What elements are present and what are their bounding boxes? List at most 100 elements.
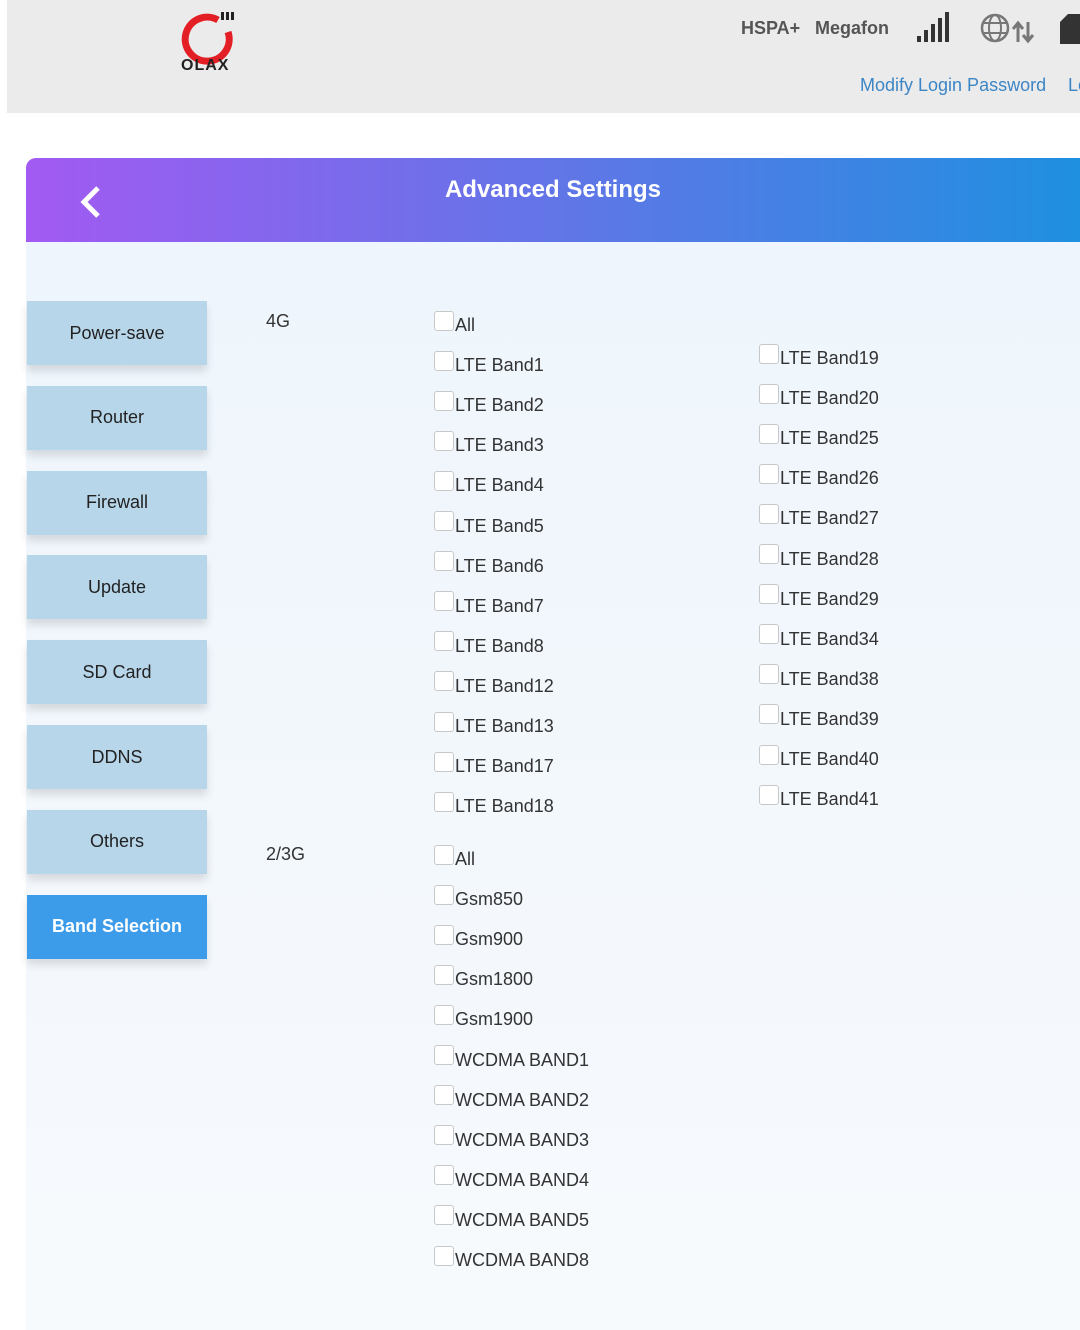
- page-title: Advanced Settings: [444, 176, 662, 203]
- band-checkbox-gsm900[interactable]: Gsm900: [434, 924, 523, 950]
- checkbox-icon[interactable]: [434, 924, 454, 945]
- checkbox-label: LTE Band2: [455, 395, 544, 416]
- checkbox-icon[interactable]: [434, 390, 454, 411]
- band-checkbox-lte-band26[interactable]: LTE Band26: [759, 463, 879, 489]
- checkbox-icon[interactable]: [434, 711, 454, 732]
- band-checkbox-lte-band6[interactable]: LTE Band6: [434, 551, 544, 577]
- band-checkbox-lte-band5[interactable]: LTE Band5: [434, 511, 544, 537]
- checkbox-label: All: [455, 315, 476, 335]
- sidebar-item-others[interactable]: Others: [27, 809, 207, 874]
- checkbox-icon[interactable]: [434, 310, 454, 331]
- checkbox-label: LTE Band39: [780, 708, 879, 729]
- sidebar-item-sd-card[interactable]: SD Card: [27, 640, 207, 705]
- sidebar-item-band-selection[interactable]: Band Selection: [27, 894, 207, 959]
- checkbox-icon[interactable]: [759, 544, 779, 564]
- checkbox-icon[interactable]: [434, 1245, 454, 1266]
- band-checkbox-lte-band19[interactable]: LTE Band19: [759, 343, 879, 369]
- band-checkbox-lte-band13[interactable]: LTE Band13: [434, 711, 554, 737]
- band-checkbox-lte-band4[interactable]: LTE Band4: [434, 470, 544, 496]
- band-checkbox-lte-band39[interactable]: LTE Band39: [759, 704, 879, 730]
- section-label-2-3g: 2/3G: [266, 844, 306, 864]
- sidebar-item-firewall[interactable]: Firewall: [27, 470, 207, 535]
- logout-link[interactable]: Lo: [1068, 75, 1080, 96]
- checkbox-icon[interactable]: [434, 751, 454, 772]
- checkbox-icon[interactable]: [434, 470, 454, 491]
- checkbox-label: LTE Band20: [780, 388, 879, 409]
- band-checkbox-lte-band17[interactable]: LTE Band17: [434, 751, 554, 777]
- checkbox-label: Gsm850: [455, 889, 524, 910]
- band-checkbox-gsm850[interactable]: Gsm850: [434, 884, 524, 910]
- checkbox-label: Gsm1900: [455, 1009, 534, 1030]
- checkbox-icon[interactable]: [759, 584, 779, 605]
- band-checkbox-lte-band1[interactable]: LTE Band1: [434, 350, 544, 376]
- checkbox-icon[interactable]: [434, 1165, 454, 1186]
- checkbox-icon[interactable]: [434, 1004, 454, 1025]
- band-checkbox-lte-band29[interactable]: LTE Band29: [759, 584, 879, 610]
- band-checkbox-lte-band41[interactable]: LTE Band41: [759, 784, 879, 810]
- band-checkbox-lte-band28[interactable]: LTE Band28: [759, 544, 879, 570]
- band-checkbox-lte-band34[interactable]: LTE Band34: [759, 624, 879, 650]
- checkbox-icon[interactable]: [759, 423, 779, 444]
- checkbox-icon[interactable]: [434, 844, 454, 865]
- checkbox-icon[interactable]: [759, 624, 779, 645]
- logo-text: OLAX: [181, 57, 230, 74]
- checkbox-icon[interactable]: [434, 430, 454, 451]
- band-checkbox-lte-band7[interactable]: LTE Band7: [434, 591, 544, 617]
- checkbox-label: WCDMA BAND8: [455, 1250, 590, 1270]
- band-checkbox-lte-band27[interactable]: LTE Band27: [759, 503, 879, 529]
- modify-login-password-link[interactable]: Modify Login Password: [860, 75, 1046, 96]
- checkbox-label: LTE Band13: [455, 716, 554, 736]
- checkbox-icon[interactable]: [759, 383, 779, 404]
- band-checkbox-lte-band25[interactable]: LTE Band25: [759, 423, 879, 449]
- sidebar-item-router[interactable]: Router: [27, 385, 207, 450]
- band-checkbox-gsm1900[interactable]: Gsm1900: [434, 1004, 534, 1030]
- band-checkbox-lte-band2[interactable]: LTE Band2: [434, 390, 544, 416]
- checkbox-icon[interactable]: [434, 551, 454, 572]
- band-checkbox-lte-band8[interactable]: LTE Band8: [434, 631, 544, 657]
- checkbox-label: LTE Band3: [455, 435, 544, 456]
- band-checkbox-all[interactable]: All: [434, 310, 476, 336]
- checkbox-icon[interactable]: [434, 350, 454, 371]
- checkbox-icon[interactable]: [434, 591, 454, 612]
- band-checkbox-lte-band3[interactable]: LTE Band3: [434, 430, 544, 456]
- band-checkbox-wcdma-band5[interactable]: WCDMA BAND5: [434, 1205, 589, 1231]
- band-checkbox-wcdma-band3[interactable]: WCDMA BAND3: [434, 1125, 590, 1151]
- checkbox-label: WCDMA BAND3: [455, 1129, 590, 1150]
- checkbox-icon[interactable]: [759, 664, 779, 685]
- checkbox-icon[interactable]: [759, 784, 779, 805]
- checkbox-icon[interactable]: [434, 964, 454, 985]
- checkbox-icon[interactable]: [434, 791, 454, 812]
- checkbox-label: LTE Band6: [455, 555, 544, 576]
- checkbox-icon[interactable]: [759, 343, 779, 364]
- band-checkbox-lte-band20[interactable]: LTE Band20: [759, 383, 879, 409]
- band-checkbox-gsm1800[interactable]: Gsm1800: [434, 964, 533, 990]
- band-checkbox-wcdma-band8[interactable]: WCDMA BAND8: [434, 1245, 590, 1271]
- band-checkbox-lte-band12[interactable]: LTE Band12: [434, 671, 554, 697]
- band-checkbox-wcdma-band1[interactable]: WCDMA BAND1: [434, 1045, 589, 1071]
- operator-name: Megafon: [815, 18, 889, 38]
- checkbox-label: WCDMA BAND4: [455, 1169, 590, 1190]
- checkbox-icon[interactable]: [434, 1085, 454, 1106]
- checkbox-label: WCDMA BAND2: [455, 1089, 590, 1110]
- checkbox-icon[interactable]: [434, 1205, 454, 1226]
- checkbox-icon[interactable]: [759, 503, 779, 524]
- checkbox-icon[interactable]: [434, 671, 454, 692]
- band-checkbox-wcdma-band2[interactable]: WCDMA BAND2: [434, 1085, 590, 1111]
- checkbox-label: LTE Band12: [455, 675, 554, 696]
- checkbox-icon[interactable]: [434, 1045, 454, 1065]
- checkbox-icon[interactable]: [759, 463, 779, 484]
- sidebar-item-power-save[interactable]: Power-save: [27, 301, 207, 365]
- checkbox-icon[interactable]: [434, 631, 454, 652]
- checkbox-icon[interactable]: [759, 704, 779, 725]
- checkbox-icon[interactable]: [434, 884, 454, 905]
- sidebar-item-ddns[interactable]: DDNS: [27, 725, 207, 789]
- checkbox-icon[interactable]: [434, 1125, 454, 1146]
- band-checkbox-all[interactable]: All: [434, 844, 475, 870]
- band-checkbox-lte-band38[interactable]: LTE Band38: [759, 664, 879, 690]
- checkbox-icon[interactable]: [759, 744, 779, 765]
- band-checkbox-wcdma-band4[interactable]: WCDMA BAND4: [434, 1165, 590, 1191]
- checkbox-icon[interactable]: [434, 511, 454, 531]
- band-checkbox-lte-band40[interactable]: LTE Band40: [759, 744, 879, 770]
- sidebar-item-update[interactable]: Update: [27, 555, 207, 620]
- band-checkbox-lte-band18[interactable]: LTE Band18: [434, 791, 554, 817]
